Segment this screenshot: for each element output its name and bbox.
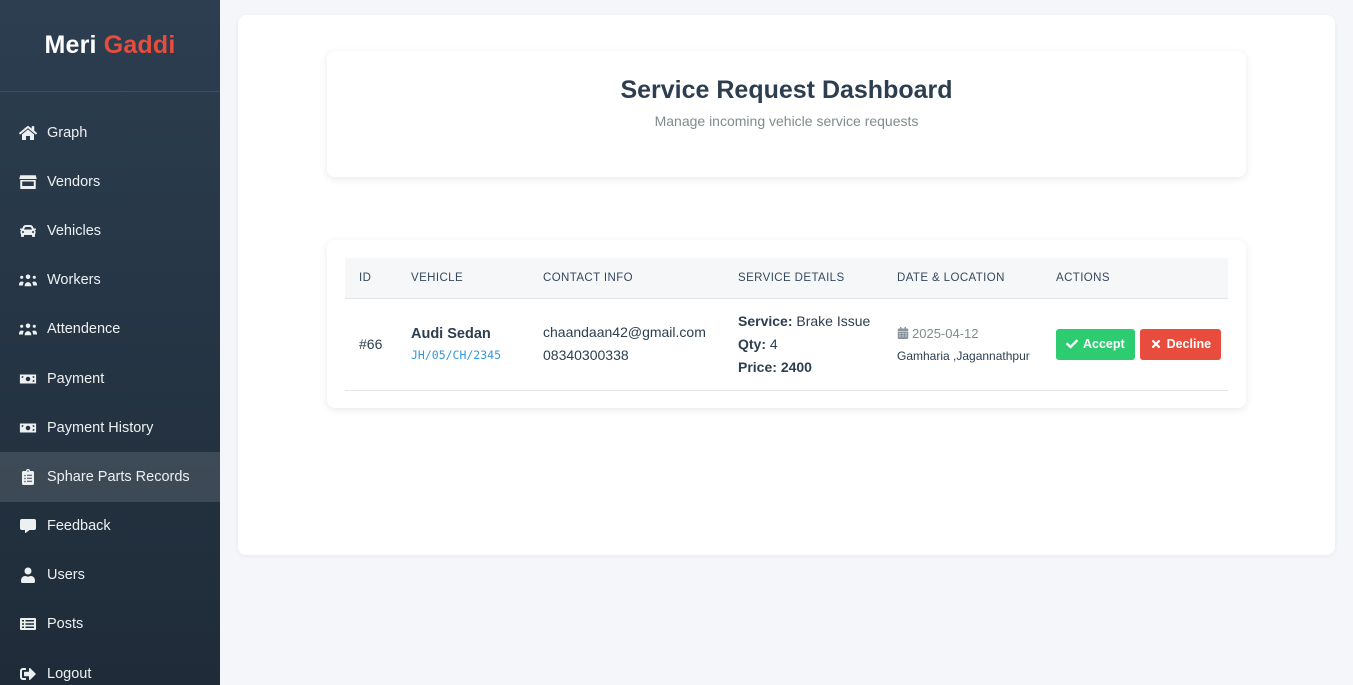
users-icon (18, 320, 38, 338)
sidebar-item-label: Graph (47, 124, 88, 141)
contact-cell: chaandaan42@gmail.com 08340300338 (529, 298, 724, 390)
close-icon (1151, 339, 1160, 349)
accept-button-label: Accept (1083, 337, 1125, 351)
clipboard-icon (18, 468, 38, 486)
service-label: Service: (738, 312, 793, 329)
sidebar-item-posts[interactable]: Posts (0, 600, 220, 649)
money-bill-icon (18, 370, 38, 388)
column-header-date-location: DATE & LOCATION (883, 258, 1042, 299)
sidebar-item-label: Attendence (47, 321, 121, 338)
sidebar-item-graph[interactable]: Graph (0, 108, 220, 157)
brand-logo[interactable]: Meri Gaddi (0, 0, 220, 92)
contact-email: chaandaan42@gmail.com (543, 324, 706, 340)
sidebar-item-label: Vendors (47, 173, 101, 190)
sidebar-item-label: Payment History (47, 419, 154, 436)
table-header-row: ID VEHICLE CONTACT INFO SERVICE DETAILS … (345, 258, 1228, 299)
sidebar: Meri Gaddi Graph Vendors Vehicles Worker… (0, 0, 220, 685)
sidebar-item-attendence[interactable]: Attendence (0, 305, 220, 354)
page-subtitle: Manage incoming vehicle service requests (654, 113, 919, 129)
store-icon (18, 173, 38, 191)
actions-cell: Accept Decline (1042, 298, 1228, 390)
decline-button-label: Decline (1166, 337, 1212, 351)
qty-value: 4 (769, 335, 778, 352)
request-date-value: 2025-04-12 (912, 325, 979, 341)
sidebar-item-label: Payment (47, 370, 105, 387)
vehicle-name: Audi Sedan (411, 326, 491, 342)
sidebar-item-payment[interactable]: Payment (0, 354, 220, 403)
sidebar-item-label: Vehicles (47, 222, 102, 239)
comment-icon (18, 517, 38, 535)
sidebar-item-label: Users (47, 567, 85, 584)
users-icon (18, 271, 38, 289)
request-date: 2025-04-12 (897, 326, 1042, 341)
user-icon (18, 566, 38, 584)
sidebar-item-vehicles[interactable]: Vehicles (0, 206, 220, 255)
service-value: Brake Issue (796, 312, 871, 329)
service-requests-table: ID VEHICLE CONTACT INFO SERVICE DETAILS … (345, 258, 1228, 391)
brand-name-part2: Gaddi (103, 31, 176, 59)
contact-phone: 08340300338 (543, 347, 629, 363)
sidebar-item-vendors[interactable]: Vendors (0, 157, 220, 206)
vehicle-plate: JH/05/CH/2345 (411, 348, 502, 362)
accept-button[interactable]: Accept (1056, 328, 1135, 360)
service-requests-card: ID VEHICLE CONTACT INFO SERVICE DETAILS … (327, 240, 1246, 408)
sidebar-item-workers[interactable]: Workers (0, 256, 220, 305)
request-location: Gamharia ,Jagannathpur (897, 348, 1030, 363)
qty-label: Qty: (738, 335, 766, 352)
qty-line: Qty: 4 (738, 333, 883, 356)
vehicle-cell: Audi Sedan JH/05/CH/2345 (397, 298, 529, 390)
service-line: Service: Brake Issue (738, 310, 883, 333)
main-content: Service Request Dashboard Manage incomin… (238, 15, 1335, 555)
sidebar-item-users[interactable]: Users (0, 551, 220, 600)
table-row: #66 Audi Sedan JH/05/CH/2345 chaandaan42… (345, 298, 1228, 390)
sidebar-nav: Graph Vendors Vehicles Workers Attendenc… (0, 92, 220, 685)
list-icon (18, 615, 38, 633)
decline-button[interactable]: Decline (1139, 328, 1222, 360)
column-header-contact-info: CONTACT INFO (529, 258, 724, 299)
calendar-icon (897, 327, 909, 339)
car-icon (18, 222, 38, 240)
money-bill-icon (18, 419, 38, 437)
price-line: Price: 2400 (738, 356, 883, 379)
column-header-vehicle: VEHICLE (397, 258, 529, 299)
logout-icon (18, 665, 38, 683)
column-header-id: ID (345, 258, 397, 299)
check-icon (1066, 339, 1078, 349)
sidebar-item-logout[interactable]: Logout (0, 649, 220, 685)
dashboard-header-card: Service Request Dashboard Manage incomin… (327, 51, 1246, 177)
home-icon (18, 124, 38, 142)
sidebar-item-label: Workers (47, 272, 101, 289)
sidebar-item-feedback[interactable]: Feedback (0, 502, 220, 551)
date-location-cell: 2025-04-12 Gamharia ,Jagannathpur (883, 298, 1042, 390)
page-title: Service Request Dashboard (620, 76, 953, 104)
price-value: 2400 (780, 358, 812, 375)
sidebar-item-label: Feedback (47, 518, 111, 535)
sidebar-item-label: Logout (47, 665, 92, 682)
column-header-service-details: SERVICE DETAILS (724, 258, 883, 299)
price-label: Price: (738, 358, 777, 375)
sidebar-item-sphare-parts-records[interactable]: Sphare Parts Records (0, 452, 220, 502)
service-details-cell: Service: Brake Issue Qty: 4 Price: 2400 (724, 298, 883, 390)
brand-name-part1: Meri (44, 31, 97, 59)
sidebar-item-label: Posts (47, 616, 84, 633)
column-header-actions: ACTIONS (1042, 258, 1228, 299)
sidebar-item-label: Sphare Parts Records (47, 468, 190, 485)
sidebar-item-payment-history[interactable]: Payment History (0, 403, 220, 452)
request-id: #66 (359, 336, 383, 352)
